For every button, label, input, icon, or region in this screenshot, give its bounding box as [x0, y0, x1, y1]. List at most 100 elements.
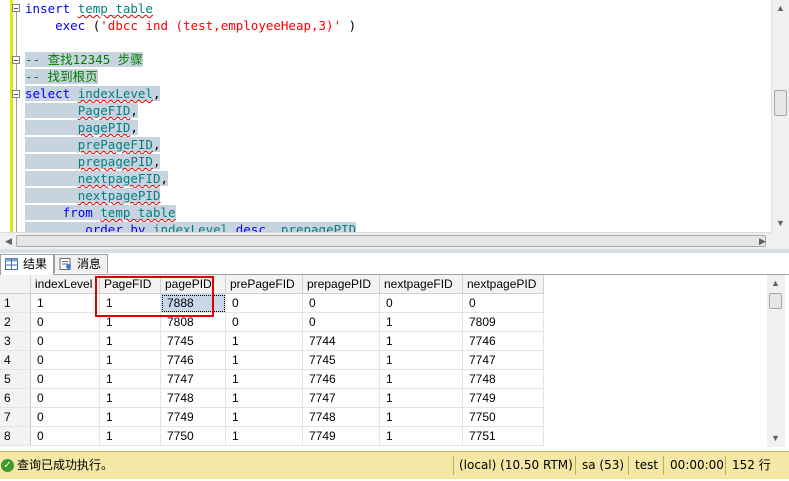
scroll-up-icon[interactable]: ▲ [772, 0, 789, 17]
table-cell[interactable]: 0 [30, 369, 100, 389]
scroll-up-icon[interactable]: ▲ [767, 275, 784, 292]
row-number[interactable]: 5 [0, 369, 31, 389]
table-cell[interactable]: 1 [99, 388, 161, 408]
scroll-down-icon[interactable]: ▼ [772, 215, 789, 232]
column-header[interactable]: indexLevel [30, 275, 100, 294]
table-cell[interactable]: 7749 [160, 407, 226, 427]
tab-results[interactable]: 结果 [0, 254, 55, 275]
table-row[interactable]: 8 0 1 7750 1 7749 1 7751 [0, 426, 544, 446]
horizontal-scroll-thumb[interactable] [16, 235, 766, 247]
table-cell[interactable]: 1 [379, 350, 463, 370]
query-editor[interactable]: − − − insert temp_table exec ('dbcc ind … [0, 0, 789, 232]
row-number[interactable]: 2 [0, 312, 31, 332]
row-number[interactable]: 8 [0, 426, 31, 446]
table-cell[interactable]: 0 [30, 407, 100, 427]
table-cell[interactable]: 1 [225, 369, 303, 389]
table-cell[interactable]: 1 [225, 388, 303, 408]
table-row[interactable]: 1 1 1 7888 0 0 0 0 [0, 293, 544, 313]
table-cell[interactable]: 0 [302, 293, 380, 313]
row-number[interactable]: 6 [0, 388, 31, 408]
tab-messages[interactable]: 消息 [54, 254, 109, 273]
table-cell[interactable]: 1 [99, 407, 161, 427]
table-cell[interactable]: 7751 [462, 426, 544, 446]
table-row[interactable]: 6 0 1 7748 1 7747 1 7749 [0, 388, 544, 408]
table-cell[interactable]: 0 [379, 293, 463, 313]
table-cell[interactable]: 0 [30, 426, 100, 446]
grid-vertical-scrollbar[interactable]: ▲ ▼ [767, 275, 785, 447]
table-cell[interactable]: 7746 [160, 350, 226, 370]
column-header[interactable]: PageFID [99, 275, 161, 294]
table-cell[interactable]: 0 [30, 350, 100, 370]
table-cell[interactable]: 1 [225, 407, 303, 427]
row-number[interactable]: 4 [0, 350, 31, 370]
table-cell[interactable]: 7888 [160, 293, 226, 313]
table-cell[interactable]: 7744 [302, 331, 380, 351]
table-cell[interactable]: 7750 [462, 407, 544, 427]
table-cell[interactable]: 1 [99, 350, 161, 370]
table-cell[interactable]: 7749 [462, 388, 544, 408]
table-cell[interactable]: 1 [379, 426, 463, 446]
table-cell[interactable]: 7747 [462, 350, 544, 370]
table-row[interactable]: 4 0 1 7746 1 7745 1 7747 [0, 350, 544, 370]
table-cell[interactable]: 1 [225, 331, 303, 351]
table-cell[interactable]: 7746 [302, 369, 380, 389]
table-cell[interactable]: 0 [30, 312, 100, 332]
table-cell[interactable]: 1 [379, 369, 463, 389]
code-token [25, 120, 78, 135]
scroll-down-icon[interactable]: ▼ [767, 430, 784, 447]
table-row[interactable]: 5 0 1 7747 1 7746 1 7748 [0, 369, 544, 389]
table-cell[interactable]: 7745 [302, 350, 380, 370]
table-cell[interactable]: 1 [379, 312, 463, 332]
table-cell[interactable]: 7745 [160, 331, 226, 351]
table-cell[interactable]: 0 [30, 388, 100, 408]
table-cell[interactable]: 7808 [160, 312, 226, 332]
column-header[interactable]: pagePID [160, 275, 226, 294]
table-cell[interactable]: 7748 [160, 388, 226, 408]
table-cell[interactable]: 1 [99, 369, 161, 389]
collapse-icon[interactable]: − [12, 90, 20, 99]
table-cell[interactable]: 7749 [302, 426, 380, 446]
table-row[interactable]: 7 0 1 7749 1 7748 1 7750 [0, 407, 544, 427]
table-cell[interactable]: 1 [225, 426, 303, 446]
scroll-right-icon[interactable]: ▶ [754, 233, 771, 250]
table-cell[interactable]: 7747 [302, 388, 380, 408]
table-cell[interactable]: 1 [99, 331, 161, 351]
row-number[interactable]: 1 [0, 293, 31, 313]
table-cell[interactable]: 0 [30, 331, 100, 351]
row-number[interactable]: 7 [0, 407, 31, 427]
column-header[interactable]: prepagePID [302, 275, 380, 294]
table-cell[interactable]: 7809 [462, 312, 544, 332]
column-header[interactable]: nextpageFID [379, 275, 463, 294]
table-cell[interactable]: 1 [379, 388, 463, 408]
editor-vertical-scrollbar[interactable]: ▲ ▼ [771, 0, 789, 232]
table-cell[interactable]: 0 [225, 293, 303, 313]
table-cell[interactable]: 0 [462, 293, 544, 313]
table-cell[interactable]: 7746 [462, 331, 544, 351]
table-cell[interactable]: 7748 [302, 407, 380, 427]
table-cell[interactable]: 1 [30, 293, 100, 313]
table-row[interactable]: 2 0 1 7808 0 0 1 7809 [0, 312, 544, 332]
table-cell[interactable]: 1 [99, 312, 161, 332]
row-number-header[interactable] [0, 275, 31, 294]
column-header[interactable]: prePageFID [225, 275, 303, 294]
results-grid[interactable]: indexLevel PageFID pagePID prePageFID prepag… [0, 275, 771, 447]
table-cell[interactable]: 7748 [462, 369, 544, 389]
table-cell[interactable]: 0 [302, 312, 380, 332]
table-cell[interactable]: 1 [379, 331, 463, 351]
table-cell[interactable]: 7747 [160, 369, 226, 389]
table-cell[interactable]: 1 [225, 350, 303, 370]
table-cell[interactable]: 1 [99, 293, 161, 313]
scroll-thumb[interactable] [769, 293, 782, 309]
table-cell[interactable]: 1 [379, 407, 463, 427]
table-cell[interactable]: 7750 [160, 426, 226, 446]
scroll-left-icon[interactable]: ◀ [0, 233, 17, 250]
editor-horizontal-scrollbar[interactable]: ◀ ▶ [0, 232, 771, 249]
column-header[interactable]: nextpagePID [462, 275, 544, 294]
table-cell[interactable]: 1 [99, 426, 161, 446]
table-cell[interactable]: 0 [225, 312, 303, 332]
row-number[interactable]: 3 [0, 331, 31, 351]
collapse-icon[interactable]: − [12, 4, 20, 13]
table-row[interactable]: 3 0 1 7745 1 7744 1 7746 [0, 331, 544, 351]
collapse-icon[interactable]: − [12, 56, 20, 65]
scroll-thumb[interactable] [774, 90, 787, 116]
